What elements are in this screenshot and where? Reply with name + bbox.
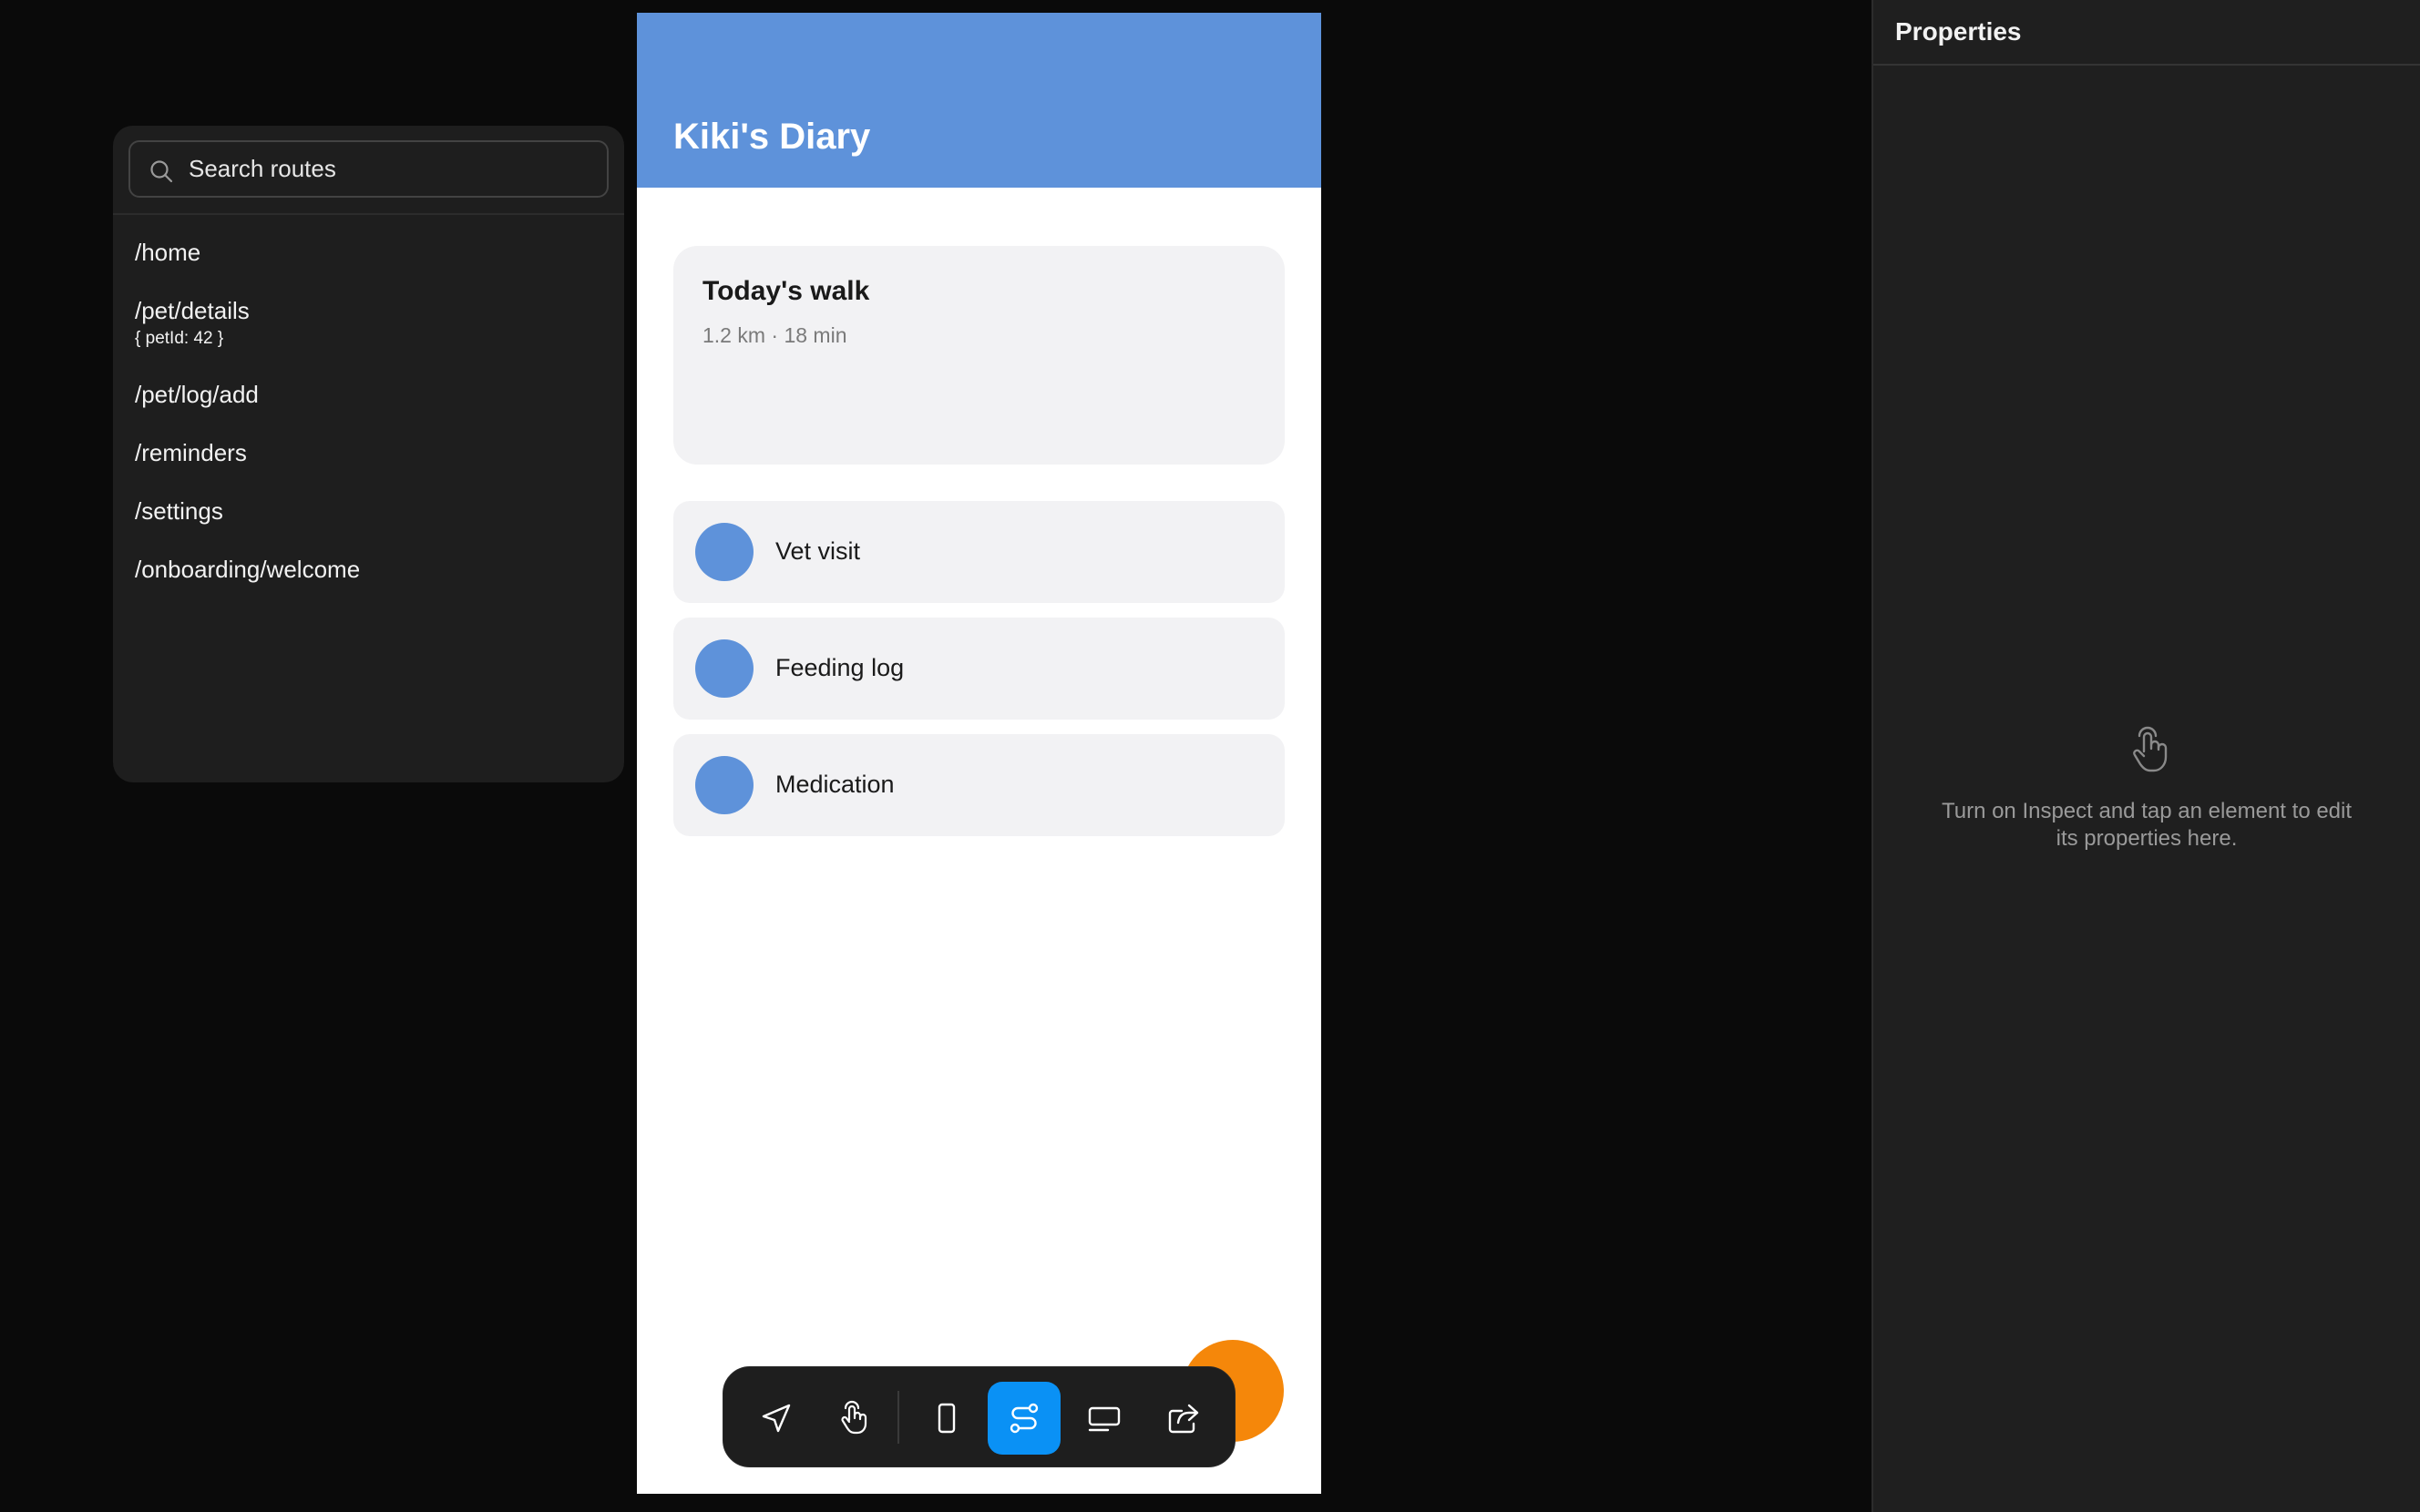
toolbar-divider — [897, 1391, 899, 1444]
list-item-label: Feeding log — [775, 654, 905, 681]
list-item-label: Vet visit — [775, 537, 861, 565]
list-item-avatar — [695, 639, 754, 698]
route-item-settings[interactable]: /settings — [135, 497, 223, 525]
route-item-pet-details[interactable]: /pet/details — [135, 297, 250, 324]
route-item-reminders[interactable]: /reminders — [135, 439, 247, 466]
walk-card-stats: 1.2 km · 18 min — [702, 323, 847, 347]
properties-title: Properties — [1895, 17, 2022, 46]
share-tool-button[interactable] — [1147, 1382, 1220, 1455]
list-item-label: Medication — [775, 771, 895, 798]
route-item-onboarding-welcome[interactable]: /onboarding/welcome — [135, 556, 360, 583]
route-item-pet-log-add[interactable]: /pet/log/add — [135, 381, 259, 408]
overlay-tool-button[interactable] — [1068, 1382, 1141, 1455]
preview-toolbar — [723, 1366, 1236, 1467]
properties-panel: Properties Turn on Inspect and tap an el… — [1871, 0, 2420, 1512]
list-item-avatar — [695, 523, 754, 581]
list-item-feeding-log[interactable]: Feeding log — [673, 618, 1285, 720]
phone-preview: Kiki's Diary Today's walk 1.2 km · 18 mi… — [637, 13, 1321, 1494]
navigate-tool-button[interactable] — [740, 1382, 813, 1455]
app-title: Kiki's Diary — [673, 117, 871, 157]
routes-search-input[interactable] — [189, 142, 599, 196]
share-icon — [1168, 1404, 1199, 1434]
walk-card[interactable]: Today's walk 1.2 km · 18 min — [673, 246, 1285, 465]
tap-icon — [2133, 726, 2168, 772]
routes-icon — [1010, 1403, 1039, 1434]
list-item-medication[interactable]: Medication — [673, 734, 1285, 836]
device-icon — [938, 1403, 956, 1434]
route-params-pet-details: { petId: 42 } — [135, 329, 224, 348]
app-stage: /home /pet/details { petId: 42 } /pet/lo… — [0, 0, 2420, 1512]
properties-header: Properties — [1873, 0, 2420, 66]
route-item-home[interactable]: /home — [135, 239, 200, 266]
app-header: Kiki's Diary — [637, 13, 1321, 188]
routes-panel: /home /pet/details { petId: 42 } /pet/lo… — [113, 126, 624, 782]
properties-empty-message: Turn on Inspect and tap an element to ed… — [1941, 799, 2353, 851]
routes-search-box[interactable] — [128, 140, 609, 198]
tap-icon — [841, 1400, 867, 1435]
list-item-avatar — [695, 756, 754, 814]
routes-divider — [113, 213, 624, 215]
list-item-vet-visit[interactable]: Vet visit — [673, 501, 1285, 603]
navigate-icon — [762, 1404, 791, 1433]
search-icon — [150, 160, 173, 183]
routes-tool-button[interactable] — [988, 1382, 1061, 1455]
overlay-icon — [1088, 1406, 1121, 1432]
device-tool-button[interactable] — [910, 1382, 983, 1455]
walk-card-title: Today's walk — [702, 276, 870, 306]
tap-tool-button[interactable] — [818, 1382, 891, 1455]
